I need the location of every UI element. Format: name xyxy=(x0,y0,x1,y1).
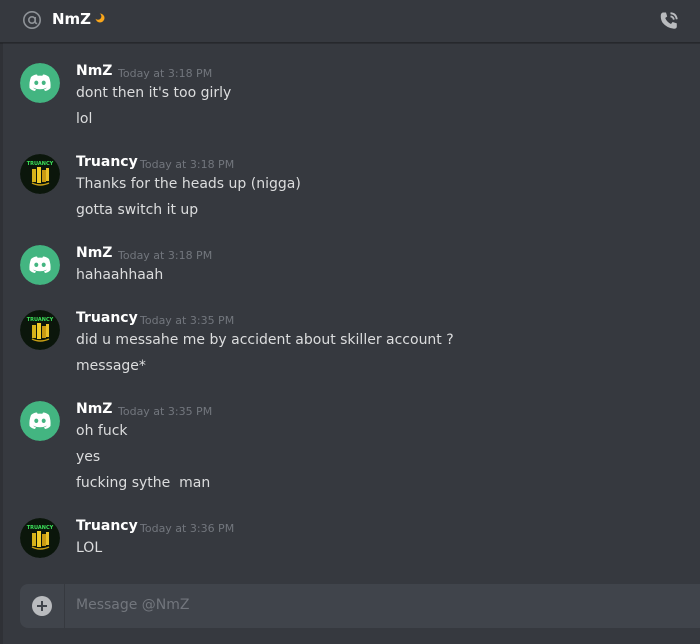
message-text: yes xyxy=(76,449,101,465)
timestamp: Today at 3:18 PM xyxy=(118,249,213,262)
username[interactable]: Truancy xyxy=(76,310,138,326)
avatar[interactable] xyxy=(20,63,60,103)
avatar[interactable]: TRUANCY xyxy=(20,518,60,558)
username[interactable]: Truancy xyxy=(76,518,138,534)
username[interactable]: NmZ xyxy=(76,63,112,79)
plus-circle-icon[interactable] xyxy=(32,596,52,616)
timestamp: Today at 3:18 PM xyxy=(118,67,213,80)
message-text: fucking sythe man xyxy=(76,475,211,491)
truancy-avatar-icon: TRUANCY xyxy=(20,154,60,194)
avatar-label: TRUANCY xyxy=(27,525,54,531)
discord-logo-icon xyxy=(20,401,60,441)
message-input[interactable]: Message @NmZ xyxy=(76,597,190,613)
message-text: did u messahe me by accident about skill… xyxy=(76,332,454,348)
message-list: NmZ Today at 3:18 PM dont then it's too … xyxy=(0,43,700,583)
truancy-avatar-icon: TRUANCY xyxy=(20,518,60,558)
avatar[interactable] xyxy=(20,245,60,285)
username[interactable]: NmZ xyxy=(76,401,112,417)
message-text: message* xyxy=(76,358,146,374)
avatar-label: TRUANCY xyxy=(27,161,54,167)
message-text: dont then it's too girly xyxy=(76,85,232,101)
avatar[interactable]: TRUANCY xyxy=(20,154,60,194)
message-text: LOL xyxy=(76,540,103,556)
timestamp: Today at 3:35 PM xyxy=(140,314,235,327)
message-text: oh fuck xyxy=(76,423,128,439)
phone-call-icon[interactable] xyxy=(657,9,681,33)
username[interactable]: Truancy xyxy=(76,154,138,170)
truancy-avatar-icon: TRUANCY xyxy=(20,310,60,350)
composer-divider xyxy=(64,584,65,628)
message-text: Thanks for the heads up (nigga) xyxy=(76,176,301,192)
moon-icon xyxy=(95,13,105,23)
message-composer: Message @NmZ xyxy=(20,584,700,628)
username[interactable]: NmZ xyxy=(76,245,112,261)
message-text: lol xyxy=(76,111,93,127)
discord-logo-icon xyxy=(20,245,60,285)
at-icon xyxy=(23,11,41,29)
avatar[interactable]: TRUANCY xyxy=(20,310,60,350)
message-text: hahaahhaah xyxy=(76,267,164,283)
message-text: gotta switch it up xyxy=(76,202,199,218)
avatar[interactable] xyxy=(20,401,60,441)
avatar-label: TRUANCY xyxy=(27,317,54,323)
timestamp: Today at 3:35 PM xyxy=(118,405,213,418)
dm-title: NmZ xyxy=(52,10,92,28)
timestamp: Today at 3:18 PM xyxy=(140,158,235,171)
discord-logo-icon xyxy=(20,63,60,103)
channel-header: NmZ xyxy=(0,0,700,43)
timestamp: Today at 3:36 PM xyxy=(140,522,235,535)
